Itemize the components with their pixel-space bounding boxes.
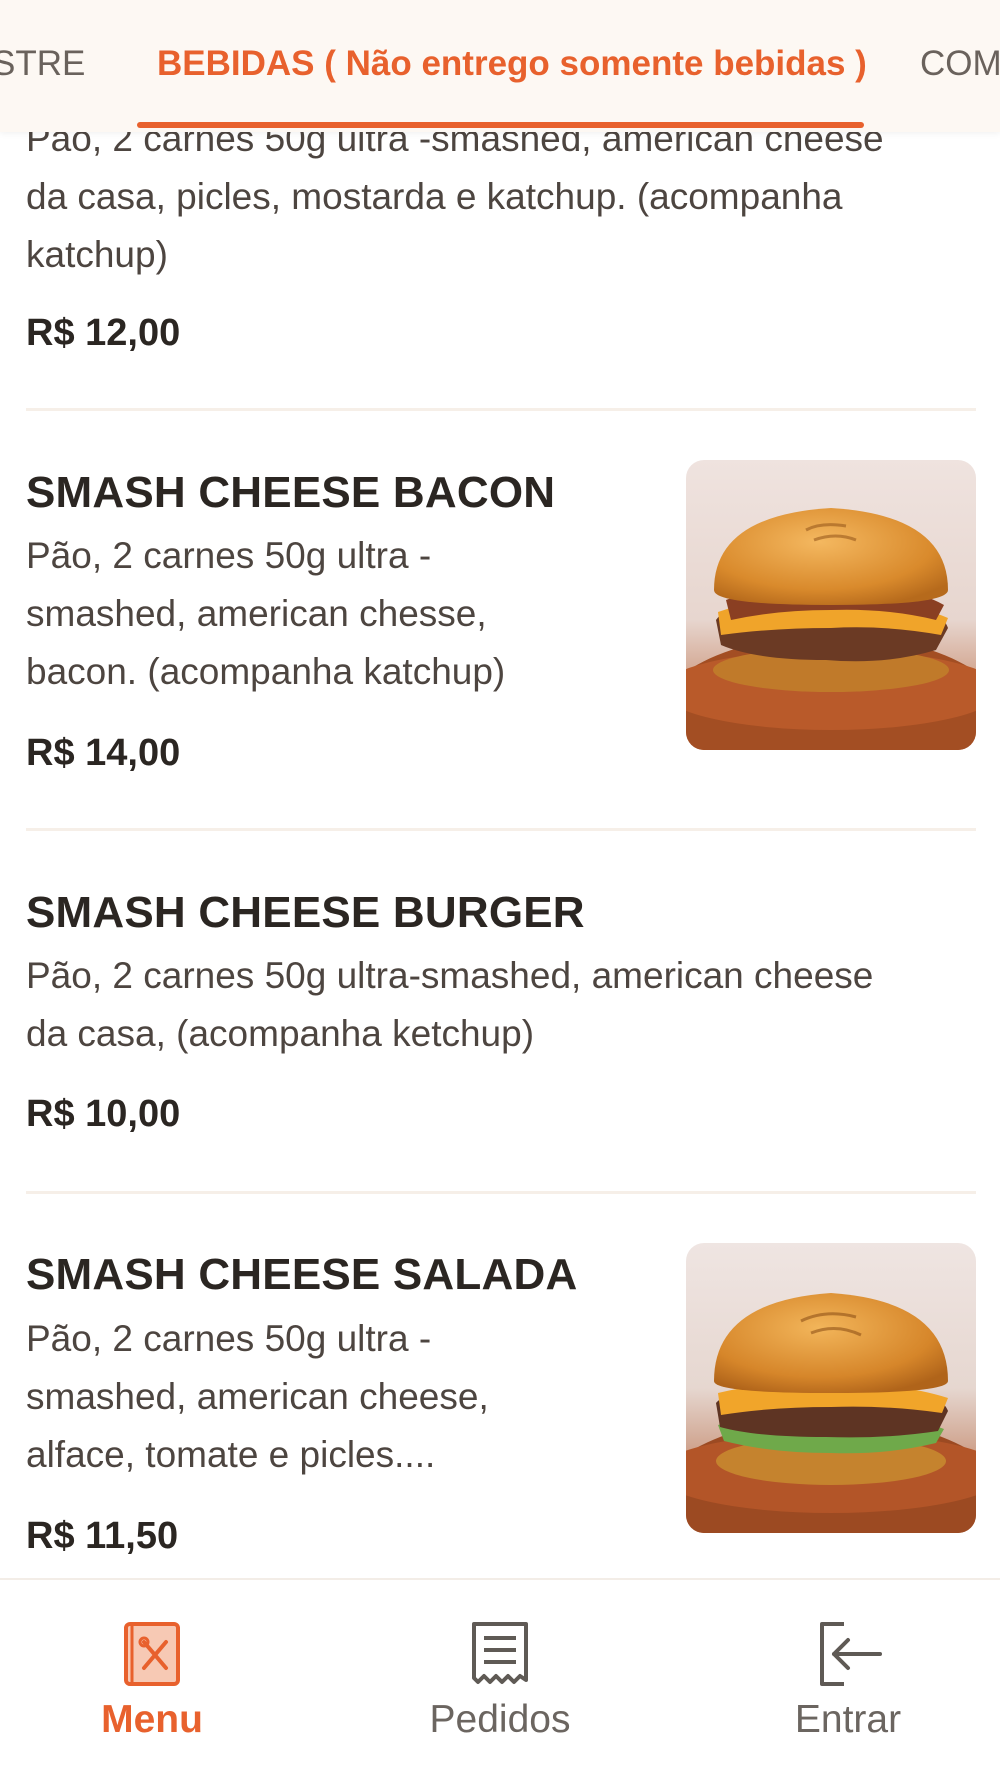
item-name: SMASH CHEESE SALADA	[26, 1250, 578, 1299]
tab-previous-category[interactable]: STRE	[0, 44, 85, 84]
item-description-line: smashed, american chesse,	[26, 593, 487, 634]
item-description-line: da casa, (acompanha ketchup)	[26, 1013, 535, 1054]
divider	[26, 828, 976, 831]
login-icon	[820, 1622, 882, 1686]
divider	[26, 1191, 976, 1194]
category-tabs: STRE BEBIDAS ( Não entrego somente bebid…	[0, 0, 1000, 132]
nav-orders-button[interactable]: Pedidos	[380, 1580, 620, 1778]
item-description-line: alface, tomate e picles....	[26, 1434, 436, 1475]
item-name: SMASH CHEESE BACON	[26, 468, 556, 517]
item-description-line: bacon. (acompanha katchup)	[26, 651, 506, 692]
burger-salada-photo-drawing	[686, 1243, 976, 1533]
item-description-line: da casa, picles, mostarda e katchup. (ac…	[26, 176, 843, 217]
nav-menu-label: Menu	[101, 1698, 203, 1741]
item-description: Pão, 2 carnes 50g ultra - smashed, ameri…	[26, 1310, 489, 1484]
burger-bacon-photo[interactable]	[686, 460, 976, 750]
item-description-line: Pão, 2 carnes 50g ultra -	[26, 1318, 432, 1359]
burger-salada-photo[interactable]	[686, 1243, 976, 1533]
item-description: Pão, 2 carnes 50g ultra -smashed, americ…	[26, 110, 884, 284]
menu-list: Pão, 2 carnes 50g ultra - smashed, americ…	[0, 0, 1000, 1580]
item-description: Pão, 2 carnes 50g ultra-smashed, america…	[26, 947, 873, 1063]
tab-next-category[interactable]: COM	[920, 44, 1000, 84]
nav-orders-label: Pedidos	[429, 1698, 571, 1741]
nav-login-label: Entrar	[794, 1698, 902, 1741]
item-price: R$ 11,50	[26, 1515, 179, 1557]
menu-book-icon	[124, 1622, 180, 1686]
item-description-line: smashed, american cheese,	[26, 1376, 489, 1417]
item-description-line: Pão, 2 carnes 50g ultra-smashed, america…	[26, 955, 874, 996]
bottom-navigation: Menu Pedidos Entrar	[0, 1578, 1000, 1778]
burger-bacon-photo-drawing	[686, 460, 976, 750]
item-price: R$ 12,00	[26, 312, 181, 354]
item-description-line: Pão, 2 carnes 50g ultra -	[26, 535, 432, 576]
active-tab-indicator	[137, 122, 864, 128]
nav-menu-button[interactable]: Menu	[32, 1580, 272, 1778]
item-price: R$ 10,00	[26, 1093, 181, 1135]
item-description: Pão, 2 carnes 50g ultra - smashed, ameri…	[26, 527, 505, 701]
tab-bebidas[interactable]: BEBIDAS ( Não entrego somente bebidas )	[157, 44, 867, 84]
item-price: R$ 14,00	[26, 732, 181, 774]
item-name: SMASH CHEESE BURGER	[26, 888, 585, 937]
item-description-line: katchup)	[26, 234, 168, 275]
nav-login-button[interactable]: Entrar	[728, 1580, 968, 1778]
divider	[26, 408, 976, 411]
receipt-icon	[472, 1622, 528, 1684]
